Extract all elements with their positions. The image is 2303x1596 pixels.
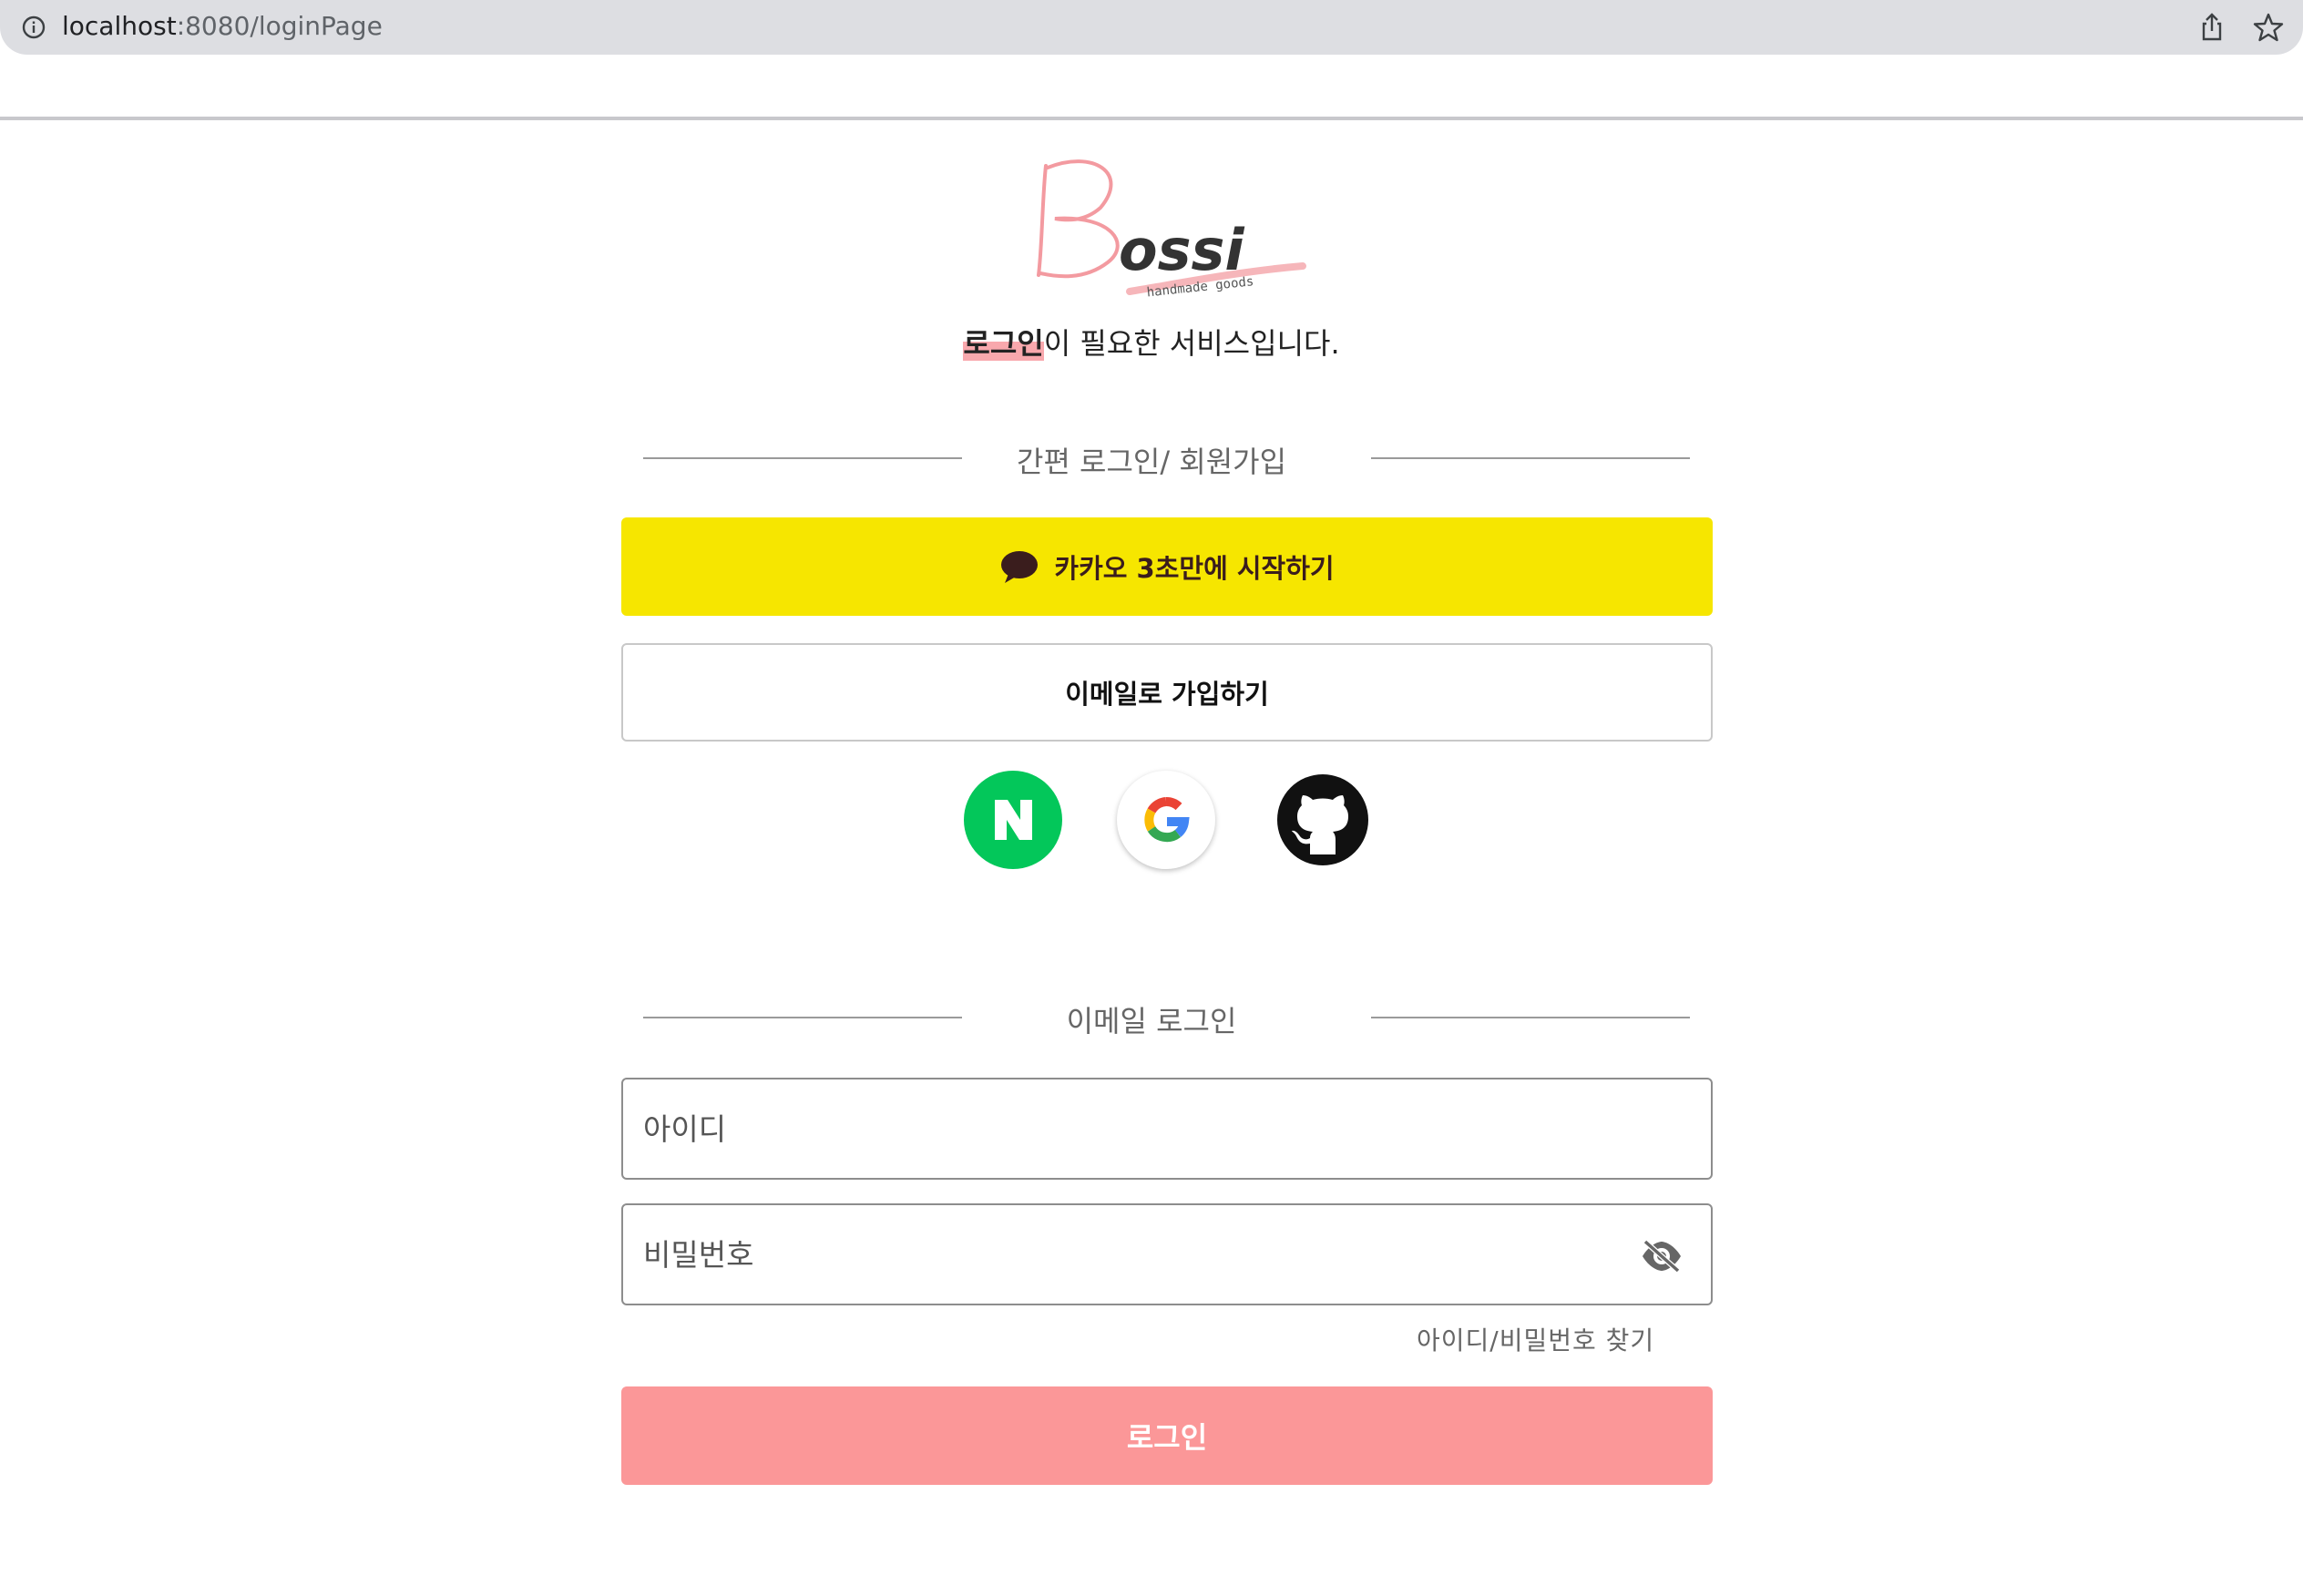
info-icon[interactable] <box>20 14 47 41</box>
login-button[interactable]: 로그인 <box>621 1386 1713 1485</box>
kakao-chat-icon <box>1001 551 1039 583</box>
password-field[interactable] <box>621 1203 1713 1305</box>
email-signup-label: 이메일로 가입하기 <box>1065 679 1269 710</box>
bossi-logo[interactable]: ossi handmade goods <box>1029 155 1321 310</box>
login-required-message: 로그인이 필요한 서비스입니다. <box>0 321 2303 366</box>
kakao-login-label: 카카오 3초만에 시작하기 <box>1054 553 1335 584</box>
login-button-label: 로그인 <box>1126 1420 1208 1455</box>
divider-right <box>1371 457 1690 459</box>
url-text[interactable]: localhost:8080/loginPage <box>62 9 383 44</box>
kakao-login-button[interactable]: 카카오 3초만에 시작하기 <box>621 517 1713 616</box>
eye-slash-icon[interactable] <box>1640 1238 1684 1274</box>
google-login-button[interactable] <box>1117 771 1215 869</box>
naver-login-button[interactable] <box>964 771 1062 869</box>
email-section-title: 이메일 로그인 <box>1066 1004 1237 1038</box>
find-id-password-link[interactable]: 아이디/비밀번호 찾기 <box>1417 1323 1654 1359</box>
bookmark-star-icon[interactable] <box>2252 11 2285 44</box>
subtitle-rest: 이 필요한 서비스입니다. <box>1043 326 1340 361</box>
github-login-button[interactable] <box>1274 771 1372 869</box>
password-input[interactable] <box>643 1205 1627 1304</box>
url-path: :8080/loginPage <box>176 11 383 41</box>
id-field[interactable] <box>621 1078 1713 1180</box>
login-highlight: 로그인 <box>963 326 1044 361</box>
google-icon <box>1144 797 1190 843</box>
id-input[interactable] <box>643 1079 1627 1178</box>
share-icon[interactable] <box>2196 11 2228 44</box>
email-signup-button[interactable]: 이메일로 가입하기 <box>621 643 1713 742</box>
github-icon <box>1277 774 1368 865</box>
browser-address-bar: localhost:8080/loginPage <box>0 0 2303 55</box>
email-divider-right <box>1371 1017 1690 1018</box>
url-host: localhost <box>62 11 177 41</box>
top-divider <box>0 117 2303 120</box>
social-section-title: 간편 로그인/ 회원가입 <box>1016 445 1287 479</box>
naver-icon <box>995 800 1032 840</box>
